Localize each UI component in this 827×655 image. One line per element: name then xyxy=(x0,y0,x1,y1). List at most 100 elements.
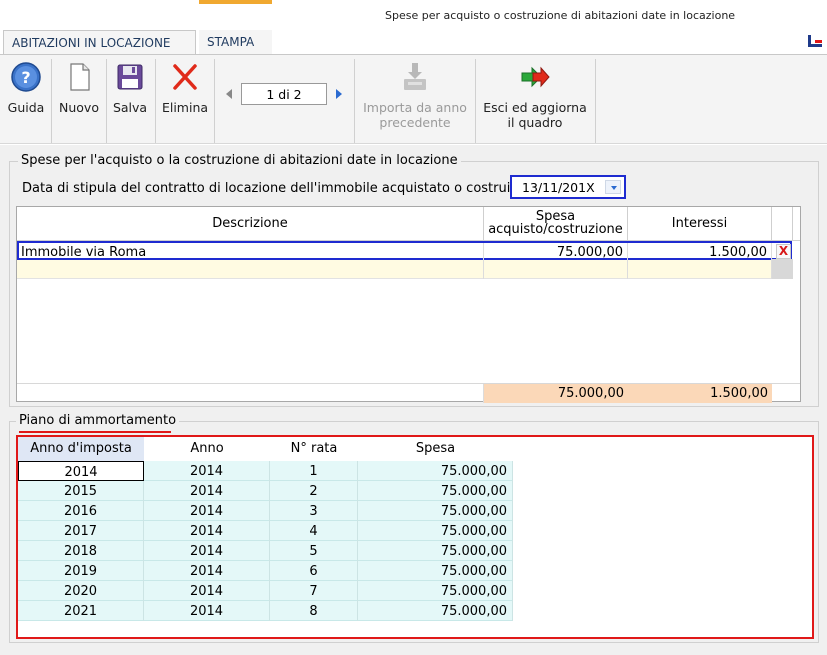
guida-label: Guida xyxy=(7,100,45,115)
dropdown-arrow-icon[interactable] xyxy=(605,180,621,194)
cell-rata[interactable]: 1 xyxy=(270,461,358,481)
cell-rata[interactable]: 8 xyxy=(270,601,358,621)
guida-button[interactable]: ? Guida xyxy=(6,61,46,115)
delete-row-icon[interactable]: X xyxy=(776,244,791,259)
elimina-label: Elimina xyxy=(161,100,209,115)
cell-anno[interactable]: 2014 xyxy=(144,501,270,521)
spese-grid: Descrizione Spesa acquisto/costruzione I… xyxy=(16,206,801,403)
cell-anno-imposta[interactable]: 2018 xyxy=(18,541,144,561)
cell-spesa[interactable]: 75.000,00 xyxy=(358,561,513,581)
total-interessi: 1.500,00 xyxy=(628,384,772,403)
cell-spesa[interactable]: 75.000,00 xyxy=(358,501,513,521)
app-logo-icon xyxy=(808,35,822,47)
window-titlebar: Spese per acquisto o costruzione di abit… xyxy=(0,0,827,30)
cell-anno-imposta[interactable]: 2016 xyxy=(18,501,144,521)
ammortamento-grid: Anno d'imposta Anno N° rata Spesa 2014 20… xyxy=(16,435,814,639)
cell-anno-imposta[interactable]: 2020 xyxy=(18,581,144,601)
total-spesa: 75.000,00 xyxy=(484,384,628,403)
cell-anno[interactable]: 2014 xyxy=(144,521,270,541)
cell-anno[interactable]: 2014 xyxy=(144,541,270,561)
tab-label: STAMPA xyxy=(207,35,255,49)
importa-button[interactable]: Importa da anno precedente xyxy=(358,61,472,130)
esci-label-line2: il quadro xyxy=(507,115,563,130)
salva-button[interactable]: Salva xyxy=(109,61,151,115)
col-spesa: Spesa acquisto/costruzione xyxy=(484,207,628,241)
table-row[interactable]: 2015 2014 2 75.000,00 xyxy=(18,481,513,501)
exit-arrow-icon xyxy=(521,66,550,88)
elimina-button[interactable]: Elimina xyxy=(160,61,210,115)
cell-anno-imposta[interactable]: 2015 xyxy=(18,481,144,501)
cell-spesa[interactable]: 75.000,00 xyxy=(358,521,513,541)
table-row[interactable]: 2016 2014 3 75.000,00 xyxy=(18,501,513,521)
tab-abitazioni[interactable]: ABITAZIONI IN LOCAZIONE xyxy=(3,30,196,54)
cell-anno[interactable]: 2014 xyxy=(144,481,270,501)
ribbon-toolbar: ? Guida Nuovo Salva Elimina 1 di 2 Impor… xyxy=(0,54,827,144)
cell-spesa[interactable]: 75.000,00 xyxy=(358,481,513,501)
window-title: Spese per acquisto o costruzione di abit… xyxy=(385,9,736,22)
previous-arrow-icon[interactable] xyxy=(226,89,232,99)
spese-group-legend: Spese per l'acquisto o la costruzione di… xyxy=(18,153,461,168)
table-row[interactable]: 2017 2014 4 75.000,00 xyxy=(18,521,513,541)
date-label: Data di stipula del contratto di locazio… xyxy=(22,181,524,196)
table-row[interactable]: 2018 2014 5 75.000,00 xyxy=(18,541,513,561)
table-row[interactable]: 2014 2014 1 75.000,00 xyxy=(18,461,513,481)
table-row[interactable]: Immobile via Roma 75.000,00 1.500,00 X xyxy=(17,241,792,262)
cell-spesa[interactable]: 75.000,00 xyxy=(358,541,513,561)
col-descrizione: Descrizione xyxy=(17,207,484,241)
cell-rata[interactable]: 5 xyxy=(270,541,358,561)
nuovo-button[interactable]: Nuovo xyxy=(56,61,102,115)
ammortamento-group: Piano di ammortamento Anno d'imposta Ann… xyxy=(9,413,819,643)
cell-anno[interactable]: 2014 xyxy=(144,581,270,601)
col-rata: N° rata xyxy=(290,441,338,456)
cell-descrizione-new[interactable] xyxy=(17,260,484,279)
cell-spesa[interactable]: 75.000,00 xyxy=(358,601,513,621)
cell-rata[interactable]: 7 xyxy=(270,581,358,601)
toolbar-separator xyxy=(595,59,596,143)
cell-rata[interactable]: 2 xyxy=(270,481,358,501)
save-disk-icon xyxy=(117,64,143,90)
col-spesa-amm: Spesa xyxy=(415,441,456,456)
esci-label-line1: Esci ed aggiorna xyxy=(483,100,587,115)
import-tray-icon xyxy=(404,63,426,90)
table-row[interactable]: 2021 2014 8 75.000,00 xyxy=(18,601,513,621)
cell-anno-imposta[interactable]: 2017 xyxy=(18,521,144,541)
page-indicator: 1 di 2 xyxy=(241,83,327,105)
toolbar-separator xyxy=(51,59,52,143)
new-row[interactable] xyxy=(17,260,772,279)
date-picker[interactable]: 13/11/201X xyxy=(510,175,626,199)
cell-spesa-new[interactable] xyxy=(484,260,628,279)
tab-label: ABITAZIONI IN LOCAZIONE xyxy=(12,36,171,50)
toolbar-separator xyxy=(214,59,215,143)
esci-aggiorna-button[interactable]: Esci ed aggiorna il quadro xyxy=(478,61,592,130)
svg-text:?: ? xyxy=(21,68,30,87)
cell-anno-imposta[interactable]: 2019 xyxy=(18,561,144,581)
cell-rata[interactable]: 4 xyxy=(270,521,358,541)
cell-rata[interactable]: 3 xyxy=(270,501,358,521)
tab-stampa[interactable]: STAMPA xyxy=(199,30,272,54)
col-actions xyxy=(772,207,793,241)
next-arrow-icon[interactable] xyxy=(336,89,342,99)
table-row[interactable]: 2020 2014 7 75.000,00 xyxy=(18,581,513,601)
cell-anno[interactable]: 2014 xyxy=(144,461,270,481)
new-document-icon xyxy=(70,63,90,91)
nuovo-label: Nuovo xyxy=(59,100,99,115)
table-row[interactable]: 2019 2014 6 75.000,00 xyxy=(18,561,513,581)
spese-grid-header: Descrizione Spesa acquisto/costruzione I… xyxy=(17,207,800,241)
cell-anno[interactable]: 2014 xyxy=(144,601,270,621)
cell-interessi-new[interactable] xyxy=(628,260,772,279)
importa-label-line1: Importa da anno xyxy=(363,100,467,115)
help-icon: ? xyxy=(11,62,41,92)
cell-anno[interactable]: 2014 xyxy=(144,561,270,581)
main-content: Spese per l'acquisto o la costruzione di… xyxy=(0,145,827,655)
importa-label-line2: precedente xyxy=(379,115,451,130)
cell-anno-imposta[interactable]: 2021 xyxy=(18,601,144,621)
cell-rata[interactable]: 6 xyxy=(270,561,358,581)
cell-anno-imposta[interactable]: 2014 xyxy=(18,461,144,481)
cell-spesa[interactable]: 75.000,00 xyxy=(358,461,513,481)
toolbar-separator xyxy=(354,59,355,143)
salva-label: Salva xyxy=(112,100,148,115)
col-spesa-line2: acquisto/costruzione xyxy=(488,222,623,237)
cell-spesa[interactable]: 75.000,00 xyxy=(358,581,513,601)
toolbar-separator xyxy=(475,59,476,143)
col-anno: Anno xyxy=(190,441,224,456)
